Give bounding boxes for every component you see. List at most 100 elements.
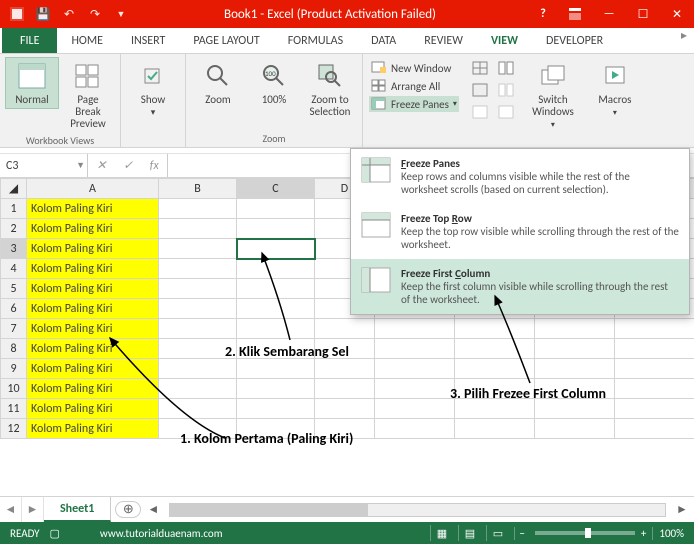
zoom-selection-button[interactable]: Zoom to Selection	[304, 58, 356, 120]
cell[interactable]	[315, 339, 375, 359]
normal-view-button[interactable]: Normal	[6, 58, 58, 108]
row-header[interactable]: 6	[1, 299, 27, 319]
cell[interactable]	[315, 419, 375, 439]
cell[interactable]	[159, 299, 237, 319]
sync-scroll-icon[interactable]	[495, 80, 517, 100]
cell[interactable]	[159, 259, 237, 279]
macro-record-icon[interactable]: ▢	[50, 527, 60, 540]
scroll-right-icon[interactable]: ►	[674, 502, 690, 517]
cell[interactable]: Kolom Paling Kiri	[27, 399, 159, 419]
qat-customize-icon[interactable]: ▼	[110, 3, 132, 25]
cell[interactable]	[315, 319, 375, 339]
cell[interactable]	[237, 339, 315, 359]
tab-view[interactable]: VIEW	[477, 28, 532, 53]
cell[interactable]: Kolom Paling Kiri	[27, 239, 159, 259]
col-header-a[interactable]: A	[27, 179, 159, 199]
cell[interactable]	[159, 239, 237, 259]
cell[interactable]: Kolom Paling Kiri	[27, 339, 159, 359]
view-side-icon[interactable]	[495, 58, 517, 78]
row-header[interactable]: 4	[1, 259, 27, 279]
cell[interactable]: Kolom Paling Kiri	[27, 419, 159, 439]
cell[interactable]	[159, 219, 237, 239]
add-sheet-button[interactable]: ⊕	[115, 501, 141, 518]
normal-view-statusbtn[interactable]: ▦	[430, 525, 452, 541]
cell[interactable]: Kolom Paling Kiri	[27, 279, 159, 299]
cell[interactable]	[237, 279, 315, 299]
redo-icon[interactable]: ↷	[84, 3, 106, 25]
switch-windows-button[interactable]: Switch Windows ▾	[527, 58, 579, 133]
sheet-nav-next-icon[interactable]: ►	[22, 497, 44, 522]
show-button[interactable]: Show▾	[127, 58, 179, 121]
cell[interactable]	[237, 359, 315, 379]
zoom-level[interactable]: 100%	[652, 527, 684, 540]
cell[interactable]	[237, 299, 315, 319]
macros-button[interactable]: Macros▾	[589, 58, 641, 121]
pagelayout-view-statusbtn[interactable]: ▤	[458, 525, 480, 541]
cancel-formula-icon[interactable]: ✕	[96, 158, 106, 173]
freeze-panes-option[interactable]: Freeze PanesKeep rows and columns visibl…	[351, 149, 689, 204]
cell[interactable]	[159, 379, 237, 399]
hide-icon[interactable]	[469, 80, 491, 100]
cell[interactable]	[159, 319, 237, 339]
freeze-top-row-option[interactable]: Freeze Top RowKeep the top row visible w…	[351, 204, 689, 259]
cell[interactable]	[159, 359, 237, 379]
tab-data[interactable]: DATA	[357, 28, 410, 53]
sheet-nav-prev-icon[interactable]: ◄	[0, 497, 22, 522]
cell[interactable]	[159, 399, 237, 419]
split-icon[interactable]	[469, 58, 491, 78]
freeze-first-column-option[interactable]: Freeze First ColumnKeep the first column…	[351, 259, 689, 314]
minimize-icon[interactable]: —	[592, 0, 626, 28]
help-icon[interactable]: ?	[528, 7, 558, 21]
row-header[interactable]: 5	[1, 279, 27, 299]
unhide-icon[interactable]	[469, 102, 491, 122]
row-header[interactable]: 9	[1, 359, 27, 379]
cell[interactable]	[237, 379, 315, 399]
row-header[interactable]: 11	[1, 399, 27, 419]
cell[interactable]	[159, 419, 237, 439]
pagebreak-view-statusbtn[interactable]: ▭	[486, 525, 508, 541]
horizontal-scrollbar[interactable]: ◄ ►	[145, 497, 694, 522]
tabs-overflow-icon[interactable]: ▸	[674, 28, 694, 53]
row-header[interactable]: 2	[1, 219, 27, 239]
enter-formula-icon[interactable]: ✓	[123, 158, 133, 173]
arrange-all-button[interactable]: Arrange All	[369, 78, 459, 94]
zoom-out-button[interactable]: −	[514, 527, 528, 540]
zoom-100-button[interactable]: 100 100%	[248, 58, 300, 108]
tab-insert[interactable]: INSERT	[117, 28, 179, 53]
select-all-button[interactable]: ◢	[1, 179, 27, 199]
undo-icon[interactable]: ↶	[58, 3, 80, 25]
tab-home[interactable]: HOME	[57, 28, 117, 53]
tab-review[interactable]: REVIEW	[410, 28, 477, 53]
zoom-slider[interactable]	[535, 531, 635, 535]
reset-pos-icon[interactable]	[495, 102, 517, 122]
row-header[interactable]: 12	[1, 419, 27, 439]
save-icon[interactable]: 💾	[32, 3, 54, 25]
cell[interactable]	[237, 199, 315, 219]
cell[interactable]	[159, 339, 237, 359]
cell[interactable]: Kolom Paling Kiri	[27, 259, 159, 279]
cell[interactable]: Kolom Paling Kiri	[27, 359, 159, 379]
cell[interactable]: Kolom Paling Kiri	[27, 379, 159, 399]
row-header[interactable]: 10	[1, 379, 27, 399]
ribbon-options-icon[interactable]	[558, 0, 592, 28]
close-icon[interactable]: ✕	[660, 0, 694, 28]
namebox-dropdown-icon[interactable]: ▼	[76, 160, 85, 171]
cell[interactable]	[237, 219, 315, 239]
tab-formulas[interactable]: FORMULAS	[274, 28, 357, 53]
name-box[interactable]: C3▼	[0, 154, 88, 177]
cell[interactable]	[237, 259, 315, 279]
cell[interactable]	[159, 199, 237, 219]
cell[interactable]	[237, 239, 315, 259]
zoom-in-button[interactable]: +	[641, 527, 646, 540]
col-header-c[interactable]: C	[237, 179, 315, 199]
cell[interactable]: Kolom Paling Kiri	[27, 319, 159, 339]
sheet-tab[interactable]: Sheet1	[44, 497, 111, 522]
cell[interactable]	[315, 359, 375, 379]
new-window-button[interactable]: New Window	[369, 60, 459, 76]
cell[interactable]	[237, 419, 315, 439]
row-header[interactable]: 8	[1, 339, 27, 359]
cell[interactable]	[237, 319, 315, 339]
freeze-panes-button[interactable]: Freeze Panes ▾	[369, 96, 459, 112]
cell[interactable]	[159, 279, 237, 299]
cell[interactable]: Kolom Paling Kiri	[27, 299, 159, 319]
